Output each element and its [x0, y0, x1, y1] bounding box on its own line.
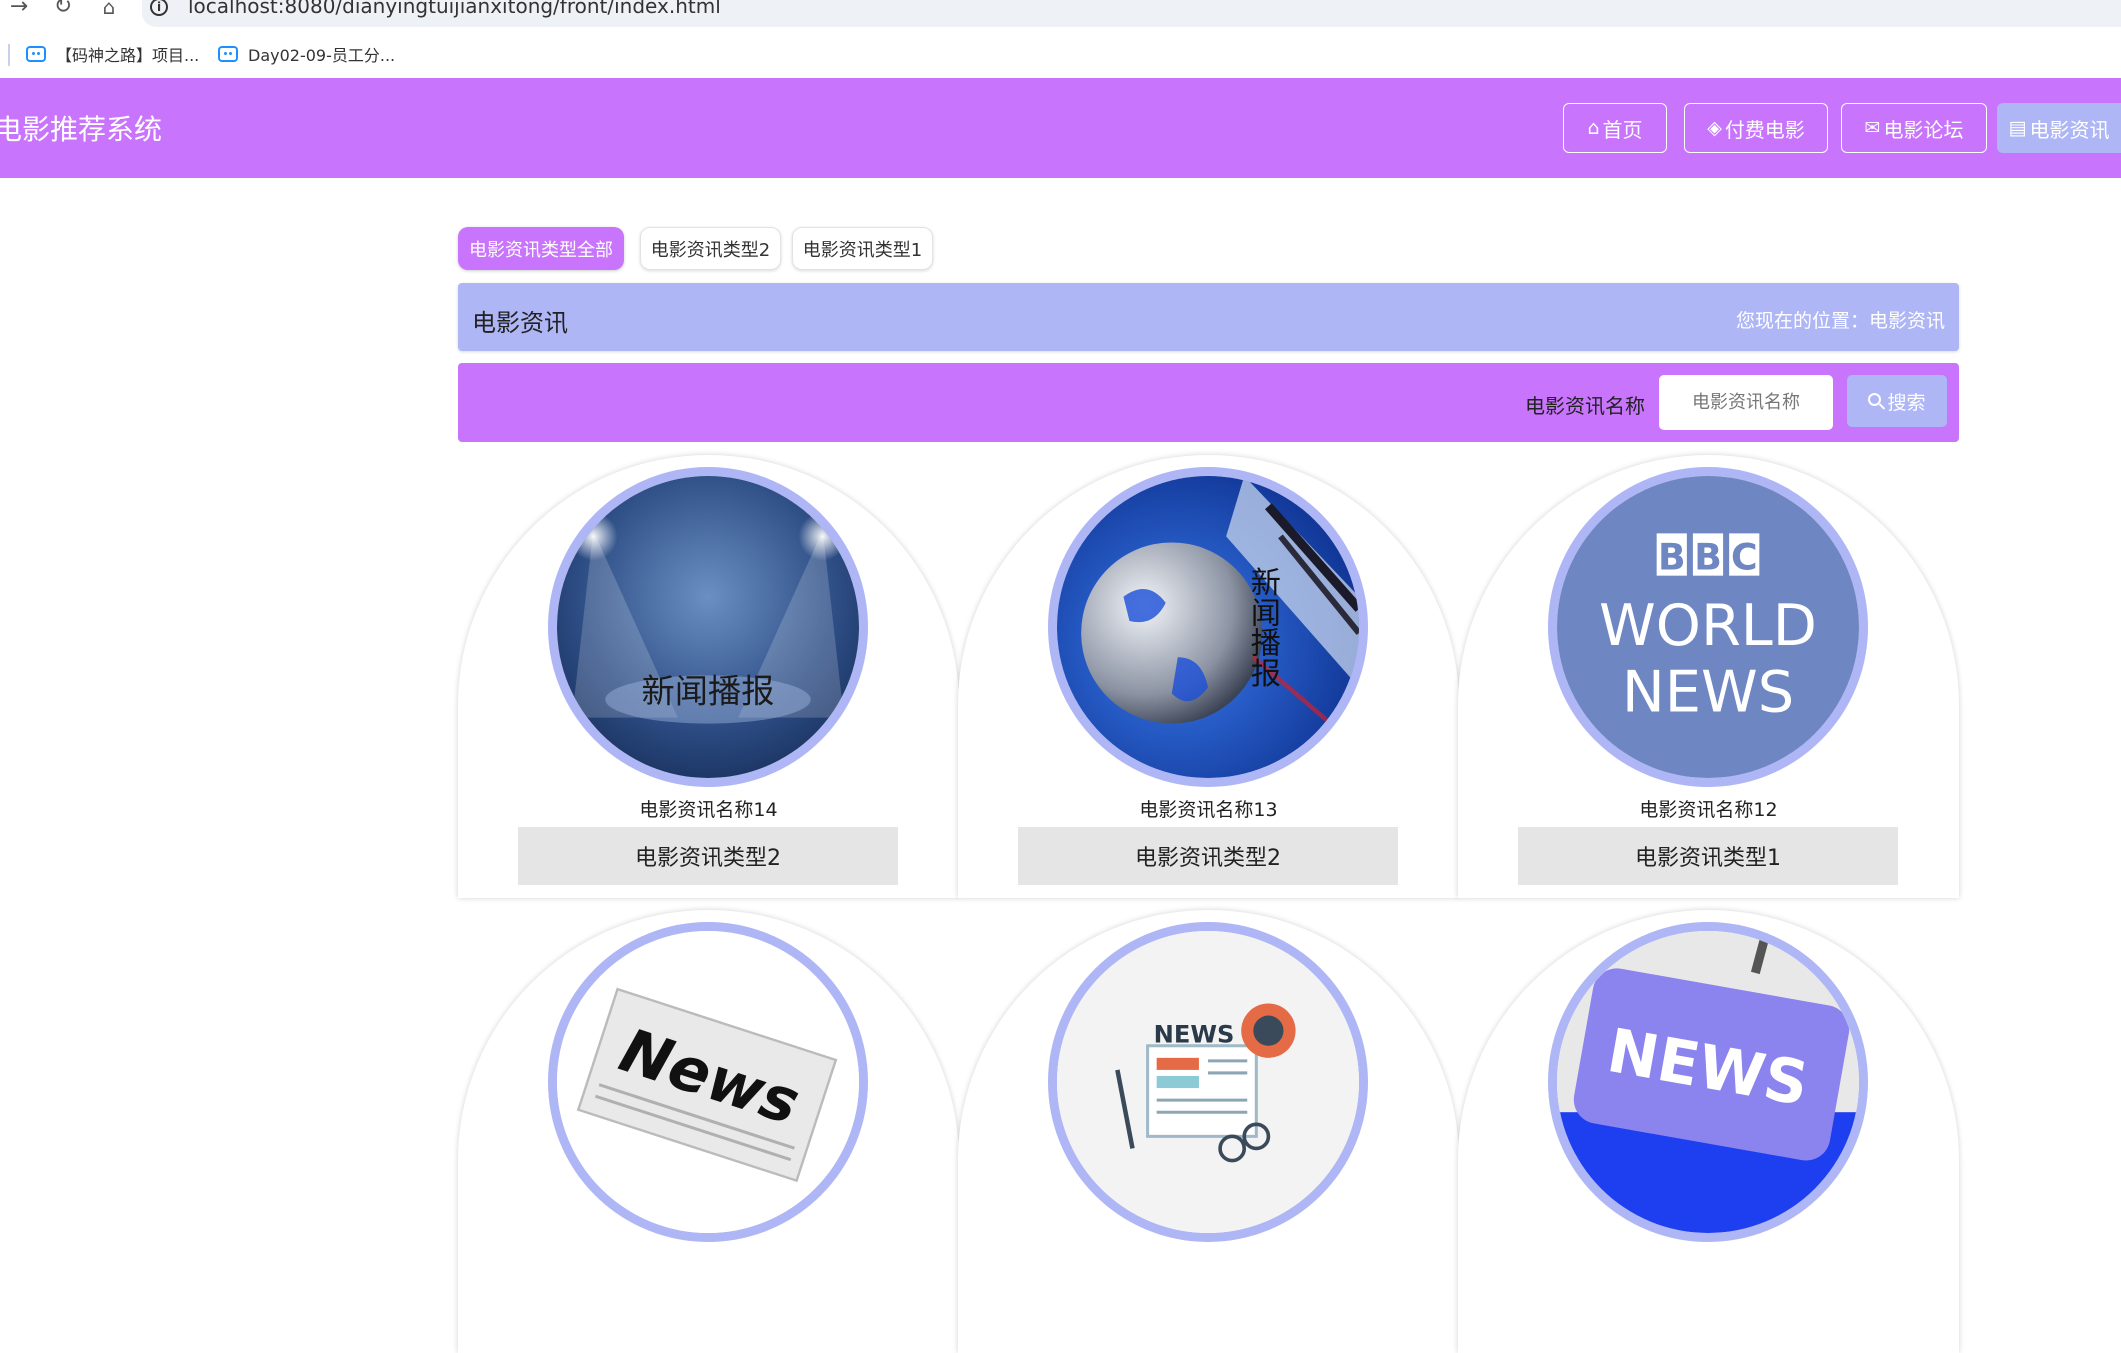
- image-caption-line2: NEWS: [1622, 659, 1794, 726]
- news-thumbnail[interactable]: 新闻播报: [1048, 467, 1368, 787]
- nav-forum[interactable]: ✉ 电影论坛: [1841, 103, 1987, 153]
- search-button[interactable]: 搜索: [1847, 375, 1947, 427]
- news-image: 新闻播报: [1057, 476, 1359, 778]
- bilibili-icon: [26, 46, 46, 62]
- news-card[interactable]: News: [458, 910, 959, 1353]
- news-card[interactable]: NEWS: [958, 910, 1459, 1353]
- address-bar[interactable]: i localhost:8080/dianyingtuijianxitong/f…: [142, 0, 2121, 27]
- news-card[interactable]: B B C WORLD NEWS 电影资讯名称12 电影资讯类型1: [1458, 455, 1959, 898]
- news-name[interactable]: 电影资讯名称14: [458, 795, 959, 822]
- news-image: B B C WORLD NEWS: [1557, 476, 1859, 778]
- image-caption: 新闻播报: [642, 672, 775, 711]
- bilibili-icon: [218, 46, 238, 62]
- url-text[interactable]: localhost:8080/dianyingtuijianxitong/fro…: [188, 0, 721, 18]
- news-image: NEWS: [1557, 931, 1859, 1233]
- site-title[interactable]: 电影推荐系统: [0, 108, 162, 148]
- news-image: NEWS: [1057, 931, 1359, 1233]
- site-info-icon[interactable]: i: [150, 0, 168, 16]
- newspaper-icon: ▤: [2008, 117, 2027, 139]
- search-label: 电影资讯名称: [1525, 394, 1645, 418]
- news-type-badge: 电影资讯类型2: [1018, 827, 1398, 885]
- bookmarks-divider: [8, 44, 10, 66]
- news-image: News: [557, 931, 859, 1233]
- news-thumbnail[interactable]: News: [548, 922, 868, 1242]
- nav-label: 付费电影: [1724, 117, 1805, 142]
- reload-icon[interactable]: ↻: [48, 0, 78, 22]
- bookmarks-bar: 【码神之路】项目... Day02-09-员工分...: [0, 32, 2121, 72]
- bookmark-item[interactable]: Day02-09-员工分...: [218, 38, 395, 70]
- search-icon: [1868, 392, 1882, 406]
- mail-icon: ✉: [1864, 117, 1881, 139]
- news-thumbnail[interactable]: NEWS: [1548, 922, 1868, 1242]
- news-image: 新闻播报: [557, 476, 859, 778]
- nav-paid-movies[interactable]: ◈ 付费电影: [1684, 103, 1828, 153]
- news-name[interactable]: 电影资讯名称12: [1458, 795, 1959, 822]
- image-caption: NEWS: [1154, 1021, 1235, 1049]
- news-grid: 新闻播报 电影资讯名称14 电影资讯类型2 新闻播报 电影资讯名称13 电影资讯…: [458, 455, 1959, 1353]
- search-bar: 电影资讯名称 搜索: [458, 363, 1959, 442]
- bookmark-label: Day02-09-员工分...: [248, 46, 396, 65]
- layers-icon: ◈: [1707, 117, 1722, 139]
- browser-toolbar: → ↻ ⌂ i localhost:8080/dianyingtuijianxi…: [0, 0, 2121, 28]
- nav-label: 电影论坛: [1883, 117, 1964, 142]
- section-title: 电影资讯: [472, 309, 568, 337]
- nav-news[interactable]: ▤ 电影资讯: [1997, 103, 2121, 153]
- bookmark-item[interactable]: 【码神之路】项目...: [26, 38, 199, 70]
- news-name[interactable]: 电影资讯名称13: [958, 795, 1459, 822]
- bookmark-label: 【码神之路】项目...: [56, 46, 200, 65]
- news-card[interactable]: 新闻播报 电影资讯名称13 电影资讯类型2: [958, 455, 1459, 898]
- svg-text:B: B: [1694, 536, 1722, 579]
- news-card[interactable]: 新闻播报 电影资讯名称14 电影资讯类型2: [458, 455, 959, 898]
- svg-text:C: C: [1731, 536, 1758, 579]
- search-input[interactable]: [1659, 375, 1833, 430]
- svg-text:B: B: [1658, 536, 1686, 579]
- breadcrumb: 您现在的位置：电影资讯: [1735, 310, 1945, 332]
- news-thumbnail[interactable]: 新闻播报: [548, 467, 868, 787]
- image-caption-line1: WORLD: [1599, 592, 1817, 659]
- search-button-label: 搜索: [1887, 391, 1926, 414]
- news-card[interactable]: NEWS: [1458, 910, 1959, 1353]
- filter-tab-type1[interactable]: 电影资讯类型1: [792, 227, 933, 270]
- news-thumbnail[interactable]: B B C WORLD NEWS: [1548, 467, 1868, 787]
- nav-label: 电影资讯: [2029, 117, 2110, 142]
- image-caption: 新闻播报: [1245, 566, 1281, 688]
- nav-home[interactable]: ⌂ 首页: [1563, 103, 1667, 153]
- home-icon: ⌂: [1587, 117, 1600, 139]
- filter-tab-type2[interactable]: 电影资讯类型2: [640, 227, 781, 270]
- news-type-badge: 电影资讯类型1: [1518, 827, 1898, 885]
- forward-icon[interactable]: →: [4, 0, 34, 22]
- site-header: 电影推荐系统 ⌂ 首页 ◈ 付费电影 ✉ 电影论坛 ▤ 电影资讯: [0, 78, 2121, 178]
- section-header: 电影资讯 您现在的位置：电影资讯: [458, 283, 1959, 351]
- news-thumbnail[interactable]: NEWS: [1048, 922, 1368, 1242]
- nav-label: 首页: [1602, 117, 1643, 142]
- filter-tab-all[interactable]: 电影资讯类型全部: [458, 227, 624, 270]
- home-icon[interactable]: ⌂: [94, 0, 124, 22]
- news-type-badge: 电影资讯类型2: [518, 827, 898, 885]
